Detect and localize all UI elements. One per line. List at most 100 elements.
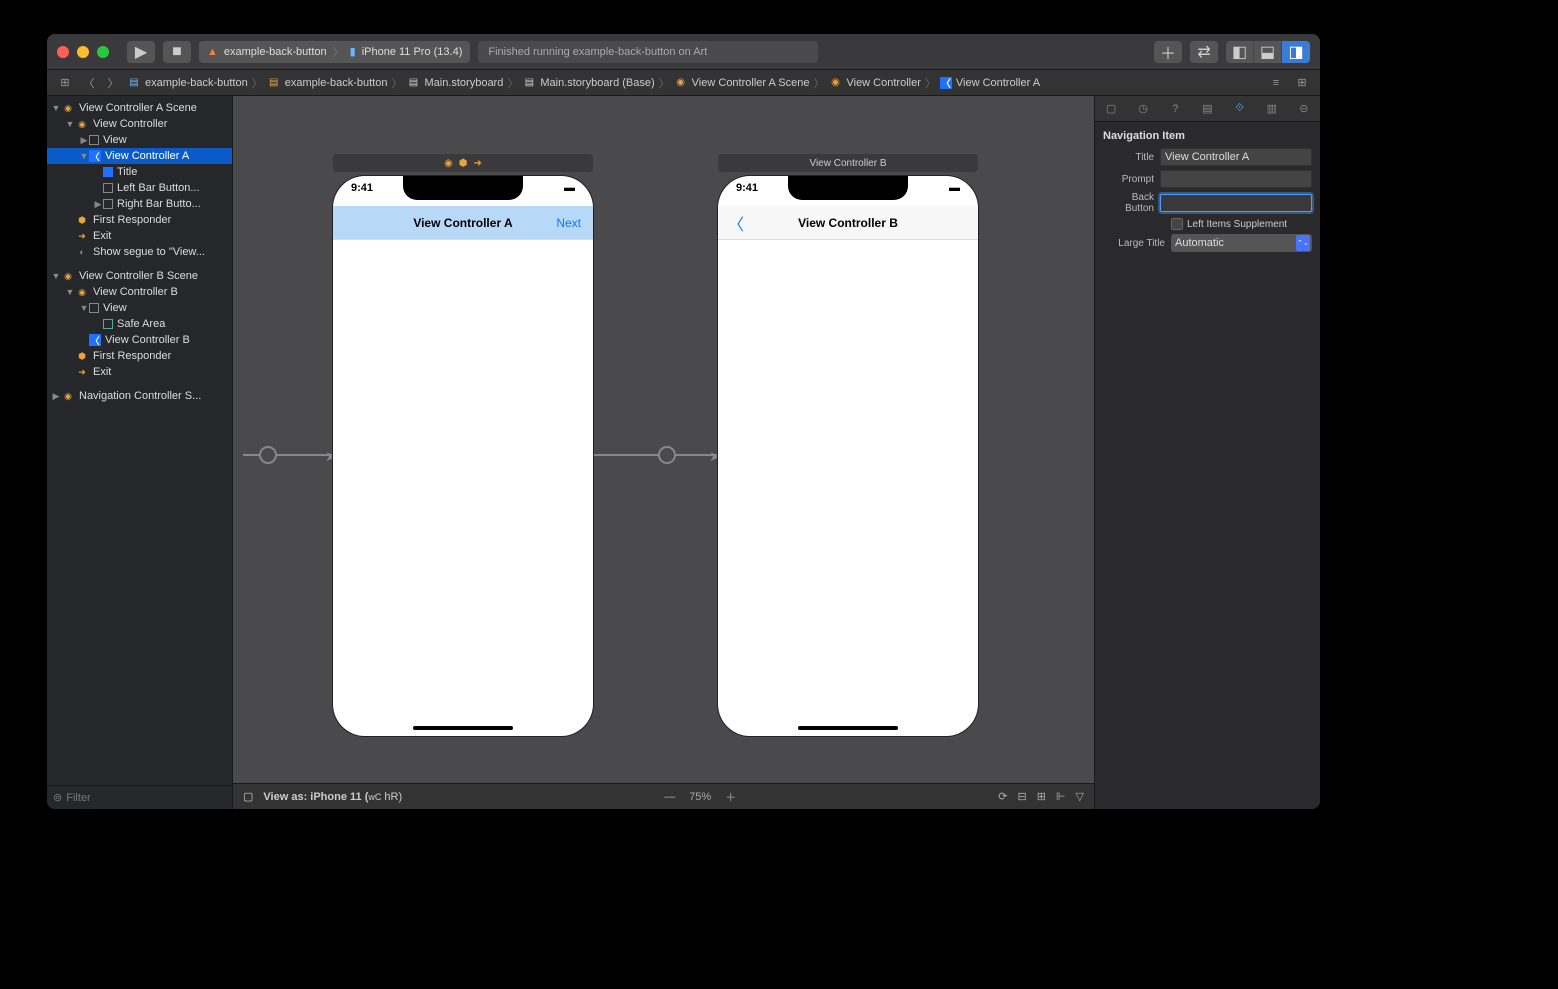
scene-a-leftbar[interactable]: Left Bar Button... [47, 180, 232, 196]
size-inspector-tab[interactable]: ▥ [1262, 100, 1282, 118]
view-as-button[interactable]: View as: iPhone 11 (wC hR) [263, 791, 402, 803]
scene-a-view[interactable]: ▶View [47, 132, 232, 148]
title-label: Title [1103, 152, 1154, 163]
identity-inspector-tab[interactable]: ▤ [1197, 100, 1217, 118]
title-field[interactable] [1160, 148, 1312, 166]
prompt-label: Prompt [1103, 174, 1154, 185]
scene-a-fr[interactable]: ⬢First Responder [47, 212, 232, 228]
toggle-navigator-button[interactable]: ◧ [1226, 41, 1254, 63]
forward-button[interactable]: 〉 [103, 74, 123, 92]
status-bar: 9:41▬ [718, 182, 978, 202]
nav-scene[interactable]: ▶◉Navigation Controller S... [47, 388, 232, 404]
back-chevron-icon[interactable]: 〈 [728, 211, 744, 235]
library-button[interactable]: ＋ [1154, 41, 1182, 63]
inspector-panel: ▢ ◷ ? ▤ ⟐ ▥ ⊝ Navigation Item Title Prom… [1094, 96, 1320, 809]
scene-b-exit[interactable]: ➜Exit [47, 364, 232, 380]
back-button-field[interactable] [1160, 194, 1312, 212]
run-button[interactable]: ▶ [127, 41, 155, 63]
segue-kind-icon[interactable] [259, 446, 277, 464]
embed-button[interactable]: ⊟ [1017, 790, 1026, 803]
filter-icon: ⊚ [53, 791, 62, 804]
storyboard-canvas[interactable]: ➤ ➤ ◉⬢➜ 9:41▬ View Controller A Next [233, 96, 1094, 809]
connections-inspector-tab[interactable]: ⊝ [1294, 100, 1314, 118]
document-outline: ▼◉View Controller A Scene ▼◉View Control… [47, 96, 233, 809]
attributes-inspector-tab[interactable]: ⟐ [1230, 100, 1250, 118]
section-header: Navigation Item [1095, 126, 1320, 146]
segue-kind-icon[interactable] [658, 446, 676, 464]
prompt-field[interactable] [1160, 170, 1312, 188]
device-preview-a[interactable]: ◉⬢➜ 9:41▬ View Controller A Next [333, 176, 593, 736]
inspector-tabs: ▢ ◷ ? ▤ ⟐ ▥ ⊝ [1095, 96, 1320, 122]
crumb-base[interactable]: ▤Main.storyboard (Base) [522, 76, 654, 90]
resolve-button[interactable]: ▽ [1076, 790, 1084, 803]
large-title-select[interactable]: Automatic [1171, 234, 1312, 252]
minimize-button[interactable] [77, 46, 89, 58]
traffic-lights [57, 46, 109, 58]
scheme-selector[interactable]: ▲ example-back-button 〉 ▮ iPhone 11 Pro … [199, 41, 470, 63]
outline-filter[interactable]: ⊚ Filter [47, 785, 232, 809]
left-items-supplement-checkbox[interactable]: Left Items Supplement [1171, 218, 1287, 230]
scene-b-fr[interactable]: ⬢First Responder [47, 348, 232, 364]
code-review-button[interactable]: ⇄ [1190, 41, 1218, 63]
large-title-label: Large Title [1103, 238, 1165, 249]
destination-name: iPhone 11 Pro (13.4) [362, 46, 463, 58]
scene-b-safe[interactable]: Safe Area [47, 316, 232, 332]
status-bar: 9:41▬ [333, 182, 593, 202]
nav-bar-b[interactable]: 〈 View Controller B [718, 206, 978, 240]
device-preview-b[interactable]: View Controller B 9:41▬ 〈 View Controlle… [718, 176, 978, 736]
scene-a-vc[interactable]: ▼◉View Controller [47, 116, 232, 132]
navigation-item-section: Navigation Item Title Prompt Back Button [1095, 122, 1320, 258]
adjust-editor-button[interactable]: ≡ [1266, 74, 1286, 92]
zoom-out-button[interactable]: — [664, 791, 675, 803]
home-indicator [413, 726, 513, 730]
nav-bar-a[interactable]: View Controller A Next [333, 206, 593, 240]
zoom-in-button[interactable]: ＋ [725, 789, 736, 805]
crumb-folder[interactable]: ▤example-back-button [267, 76, 388, 90]
toggle-inspector-button[interactable]: ◨ [1282, 41, 1310, 63]
scene-a[interactable]: ▼◉View Controller A Scene [47, 100, 232, 116]
close-button[interactable] [57, 46, 69, 58]
crumb-storyboard[interactable]: ▤Main.storyboard [406, 76, 503, 90]
scene-b-vc[interactable]: ▼◉View Controller B [47, 284, 232, 300]
toggle-outline-button[interactable]: ▢ [243, 790, 253, 803]
crumb-project[interactable]: ▤example-back-button [127, 76, 248, 90]
zoom-level[interactable]: 75% [689, 791, 711, 803]
pin-button[interactable]: ⊩ [1056, 790, 1066, 803]
main-area: ▼◉View Controller A Scene ▼◉View Control… [47, 96, 1320, 809]
jump-bar: ⊞ 〈 〉 ▤example-back-button〉 ▤example-bac… [47, 70, 1320, 96]
scene-b[interactable]: ▼◉View Controller B Scene [47, 268, 232, 284]
crumb-vc[interactable]: ◉View Controller [828, 76, 920, 90]
scene-a-title[interactable]: Title [47, 164, 232, 180]
checkbox-icon [1171, 218, 1183, 230]
stop-button[interactable]: ■ [163, 41, 191, 63]
help-inspector-tab[interactable]: ? [1165, 100, 1185, 118]
scene-a-navitem[interactable]: ▼〈View Controller A [47, 148, 232, 164]
panel-toggles: ◧ ⬓ ◨ [1226, 41, 1310, 63]
home-indicator [798, 726, 898, 730]
scene-a-segue[interactable]: ◐Show segue to "View... [47, 244, 232, 260]
related-items-button[interactable]: ⊞ [55, 74, 75, 92]
titlebar: ▶ ■ ▲ example-back-button 〉 ▮ iPhone 11 … [47, 34, 1320, 70]
scene-b-navitem[interactable]: 〈View Controller B [47, 332, 232, 348]
activity-status: Finished running example-back-button on … [478, 41, 818, 63]
next-button[interactable]: Next [556, 216, 581, 230]
scene-header-a[interactable]: ◉⬢➜ [333, 154, 593, 172]
history-inspector-tab[interactable]: ◷ [1133, 100, 1153, 118]
scene-a-exit[interactable]: ➜Exit [47, 228, 232, 244]
xcode-window: ▶ ■ ▲ example-back-button 〉 ▮ iPhone 11 … [47, 34, 1320, 809]
outline-tree[interactable]: ▼◉View Controller A Scene ▼◉View Control… [47, 96, 232, 785]
align-button[interactable]: ⊞ [1037, 790, 1046, 803]
segue-line-root [243, 454, 333, 456]
toggle-debug-button[interactable]: ⬓ [1254, 41, 1282, 63]
scene-b-view[interactable]: ▼View [47, 300, 232, 316]
crumb-scene[interactable]: ◉View Controller A Scene [674, 76, 810, 90]
update-frames-button[interactable]: ⟳ [998, 790, 1007, 803]
scene-header-b[interactable]: View Controller B [718, 154, 978, 172]
nav-title: View Controller A [413, 216, 512, 230]
crumb-navitem[interactable]: 〈View Controller A [940, 77, 1040, 89]
back-button[interactable]: 〈 [79, 74, 99, 92]
scene-a-rightbar[interactable]: ▶Right Bar Butto... [47, 196, 232, 212]
zoom-button[interactable] [97, 46, 109, 58]
file-inspector-tab[interactable]: ▢ [1101, 100, 1121, 118]
add-editor-button[interactable]: ⊞ [1292, 74, 1312, 92]
